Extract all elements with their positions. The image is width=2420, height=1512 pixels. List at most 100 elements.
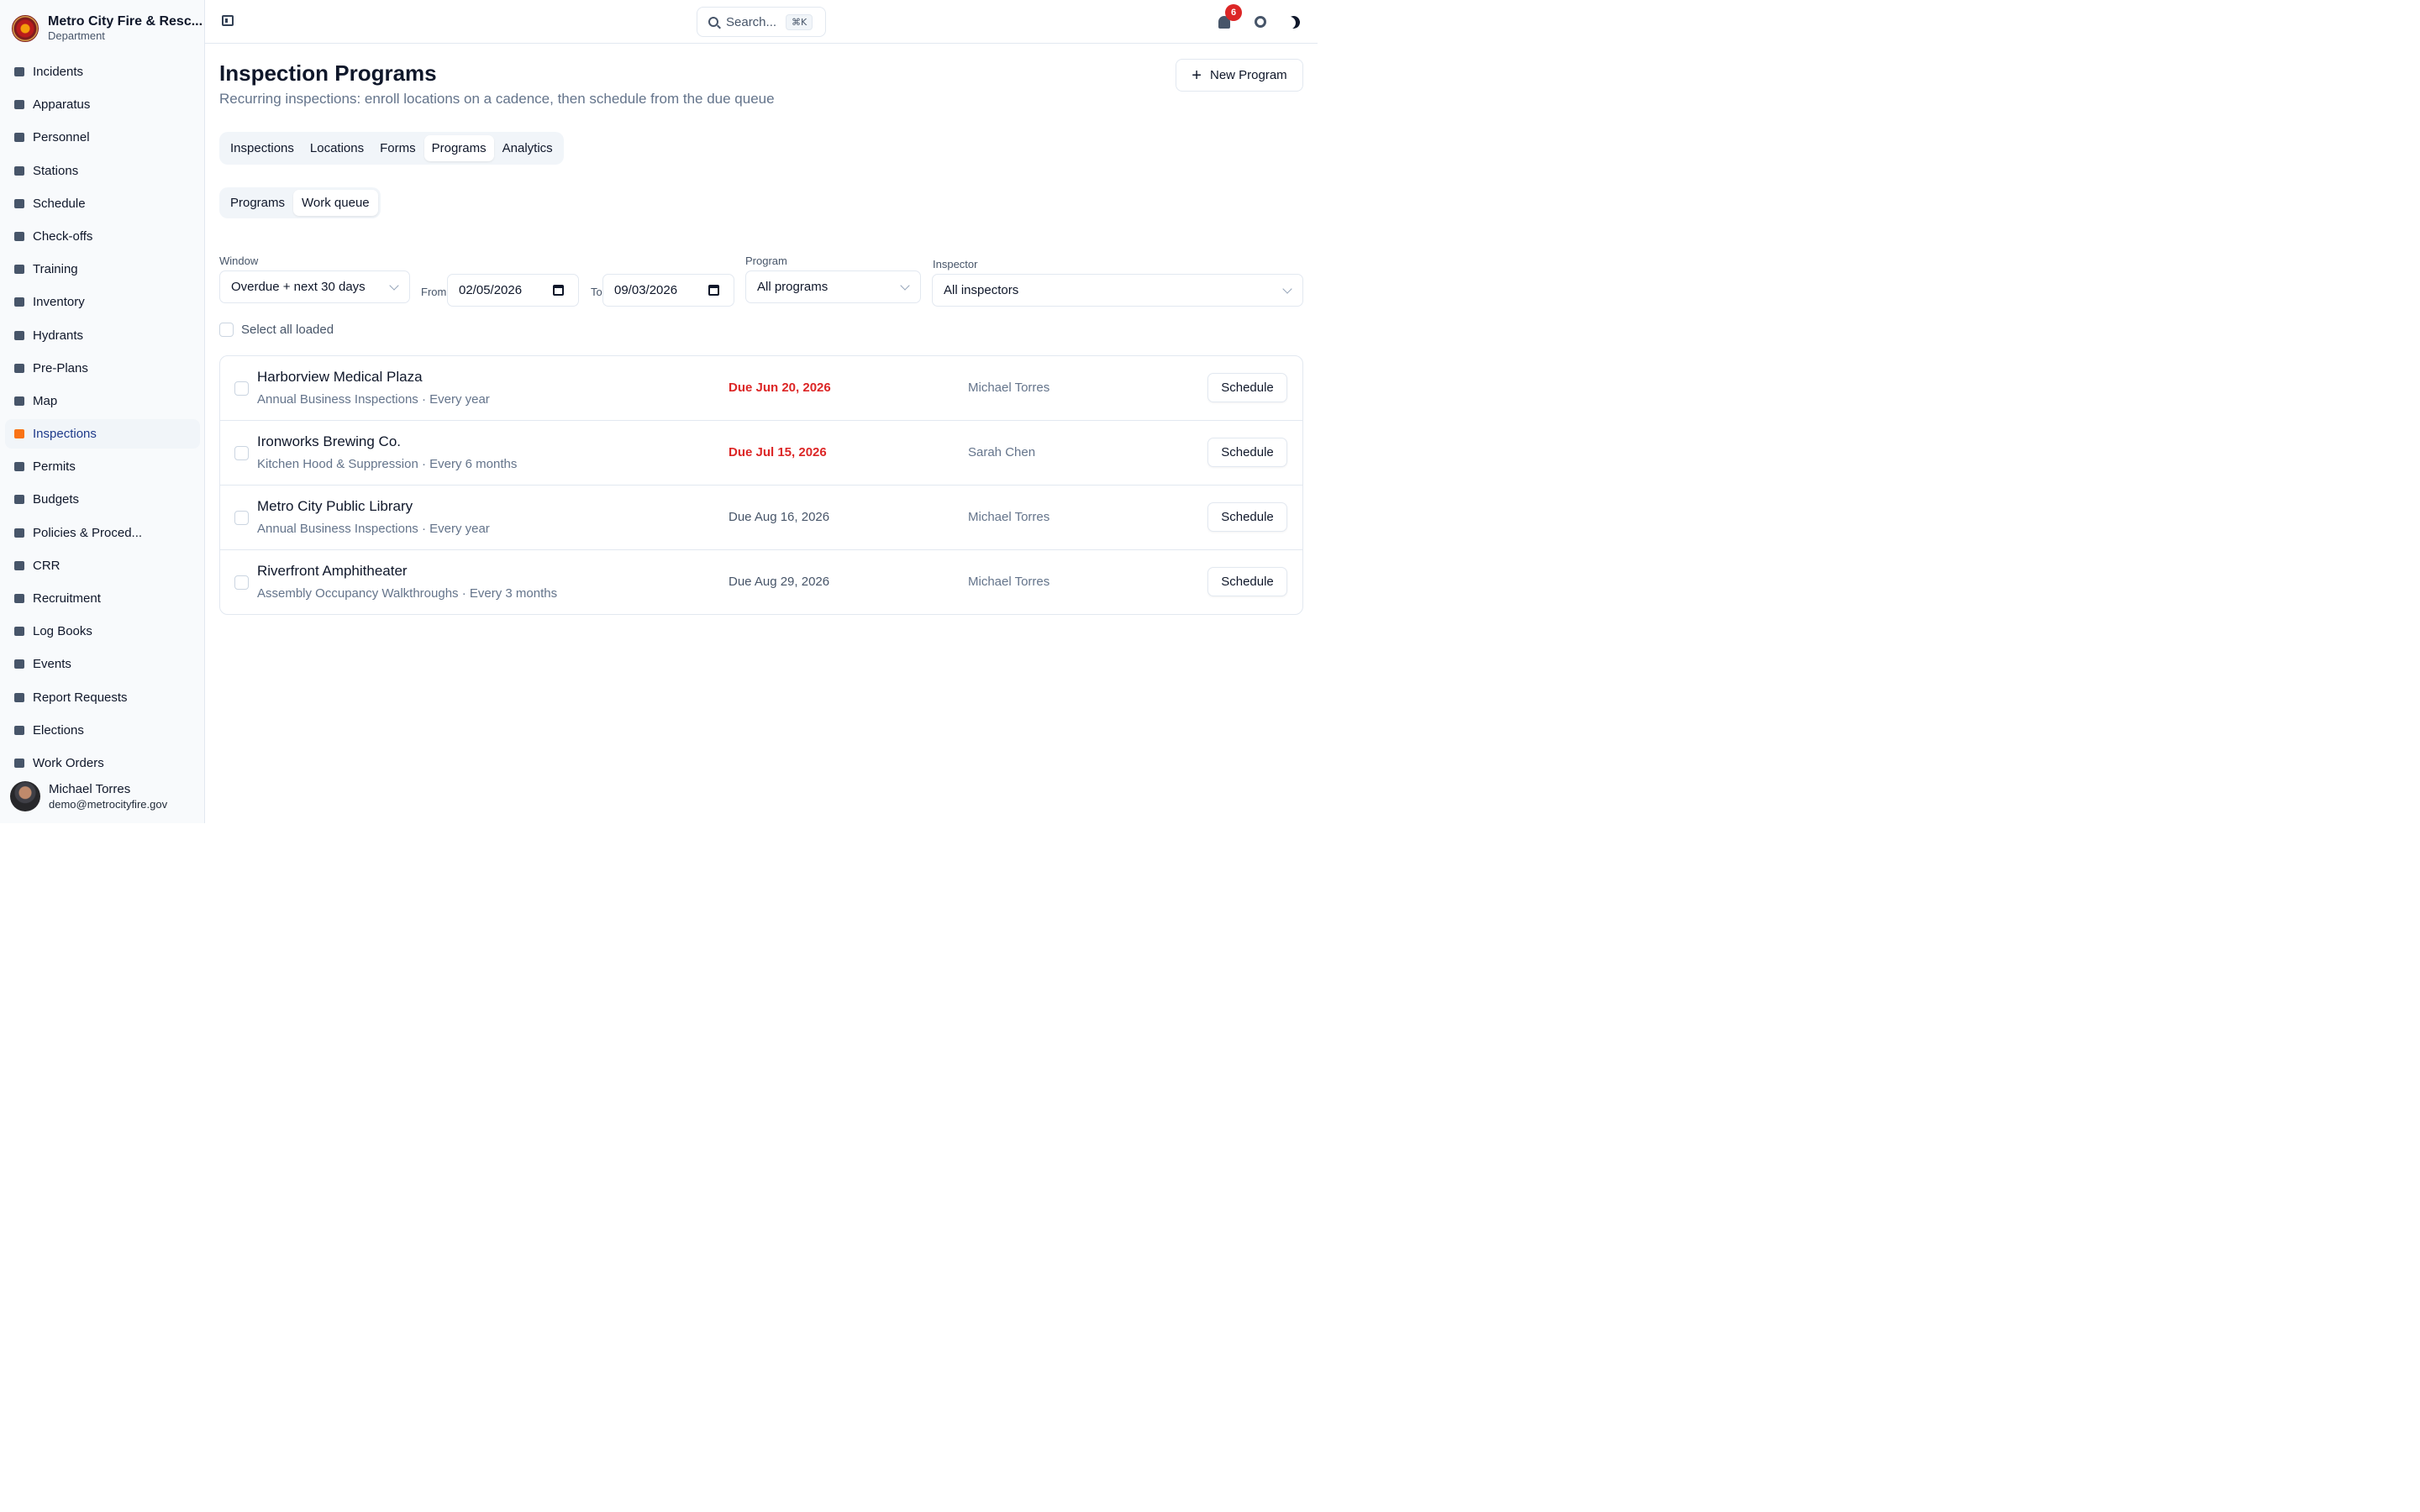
program-cadence: Assembly Occupancy Walkthroughs · Every … xyxy=(257,586,558,601)
program-select[interactable]: All programs xyxy=(745,270,921,303)
list-item: Harborview Medical Plaza Annual Business … xyxy=(220,356,1302,421)
location-name[interactable]: Metro City Public Library xyxy=(257,498,413,515)
training-icon xyxy=(12,262,26,276)
select-all-checkbox[interactable] xyxy=(219,323,234,337)
events-icon-glyph xyxy=(13,659,24,669)
program-label: Program xyxy=(745,255,787,267)
pre-plans-icon-glyph xyxy=(13,363,24,373)
sidebar-item-label: Map xyxy=(33,393,58,408)
ballot-icon-glyph xyxy=(13,725,24,735)
select-all[interactable]: Select all loaded xyxy=(219,323,334,337)
sidebar-item-elections[interactable]: Elections xyxy=(5,716,200,745)
sidebar-item-training[interactable]: Training xyxy=(5,255,200,284)
sidebar-item-inventory[interactable]: Inventory xyxy=(5,287,200,317)
inspector-select[interactable]: All inspectors xyxy=(932,274,1303,307)
sidebar-item-events[interactable]: Events xyxy=(5,649,200,679)
sidebar-item-schedule[interactable]: Schedule xyxy=(5,189,200,218)
schedule-button[interactable]: Schedule xyxy=(1207,502,1287,532)
chevron-down-icon xyxy=(389,281,399,291)
inspections-icon xyxy=(12,427,26,441)
search-button[interactable]: Search... ⌘K xyxy=(697,7,826,37)
sidebar-item-label: Apparatus xyxy=(33,97,91,113)
sidebar-item-personnel[interactable]: Personnel xyxy=(5,123,200,152)
to-date-input[interactable]: 09/03/2026 xyxy=(602,274,734,307)
program-cadence: Annual Business Inspections · Every year xyxy=(257,522,490,536)
row-checkbox[interactable] xyxy=(234,511,249,525)
row-checkbox[interactable] xyxy=(234,575,249,590)
window-label: Window xyxy=(219,255,259,267)
due-date: Due Aug 16, 2026 xyxy=(729,510,830,524)
schedule-button[interactable]: Schedule xyxy=(1207,567,1287,596)
calendar-icon[interactable] xyxy=(553,285,564,296)
sidebar-item-apparatus[interactable]: Apparatus xyxy=(5,90,200,119)
tab-forms[interactable]: Forms xyxy=(372,135,424,161)
page-title: Inspection Programs xyxy=(219,60,437,86)
assigned-inspector: Michael Torres xyxy=(968,575,1050,589)
location-name[interactable]: Harborview Medical Plaza xyxy=(257,369,423,386)
program-subtabs: Programs Work queue xyxy=(219,187,381,218)
sidebar-toggle-icon[interactable] xyxy=(222,15,234,26)
list-item: Riverfront Amphitheater Assembly Occupanc… xyxy=(220,550,1302,614)
sidebar: Metro City Fire & Resc... Department Inc… xyxy=(0,0,205,823)
schedule-button[interactable]: Schedule xyxy=(1207,373,1287,402)
stations-icon xyxy=(12,164,26,178)
schedule-button[interactable]: Schedule xyxy=(1207,438,1287,467)
due-date: Due Jul 15, 2026 xyxy=(729,445,827,459)
sidebar-item-incidents[interactable]: Incidents xyxy=(5,57,200,87)
sidebar-item-inspections[interactable]: Inspections xyxy=(5,419,200,449)
chevron-down-icon xyxy=(1282,284,1292,294)
schedule-icon xyxy=(12,197,26,211)
sidebar-item-policies-proced[interactable]: Policies & Proced... xyxy=(5,518,200,548)
calendar-icon[interactable] xyxy=(708,285,719,296)
sidebar-item-label: Personnel xyxy=(33,130,90,145)
row-checkbox[interactable] xyxy=(234,381,249,396)
sidebar-item-check-offs[interactable]: Check-offs xyxy=(5,222,200,251)
subtab-programs[interactable]: Programs xyxy=(222,190,293,216)
sidebar-item-label: Report Requests xyxy=(33,690,128,705)
theme-toggle-button[interactable] xyxy=(1285,13,1302,30)
sidebar-item-map[interactable]: Map xyxy=(5,386,200,416)
sidebar-item-label: Schedule xyxy=(33,196,86,211)
user-profile[interactable]: Michael Torres demo@metrocityfire.gov xyxy=(0,769,204,823)
sidebar-item-crr[interactable]: CRR xyxy=(5,551,200,580)
from-date-input[interactable]: 02/05/2026 xyxy=(447,274,579,307)
row-checkbox[interactable] xyxy=(234,446,249,460)
sidebar-item-report-requests[interactable]: Report Requests xyxy=(5,683,200,712)
stations-icon-glyph xyxy=(13,165,24,176)
incidents-icon xyxy=(12,65,26,79)
gear-icon xyxy=(1255,16,1266,28)
new-program-label: New Program xyxy=(1209,68,1287,82)
sidebar-item-budgets[interactable]: Budgets xyxy=(5,485,200,514)
sidebar-item-stations[interactable]: Stations xyxy=(5,156,200,186)
window-select[interactable]: Overdue + next 30 days xyxy=(219,270,410,303)
location-name[interactable]: Ironworks Brewing Co. xyxy=(257,433,401,450)
tab-locations[interactable]: Locations xyxy=(302,135,371,161)
permits-icon xyxy=(12,459,26,474)
list-item: Metro City Public Library Annual Business… xyxy=(220,486,1302,550)
events-icon xyxy=(12,657,26,671)
tab-programs[interactable]: Programs xyxy=(424,135,494,161)
sidebar-item-label: Pre-Plans xyxy=(33,360,88,375)
sidebar-item-label: CRR xyxy=(33,558,60,573)
sidebar-item-pre-plans[interactable]: Pre-Plans xyxy=(5,354,200,383)
brand[interactable]: Metro City Fire & Resc... Department xyxy=(12,13,203,43)
main-content: Inspection Programs Recurring inspection… xyxy=(205,44,1318,823)
section-tabs: Inspections Locations Forms Programs Analyti… xyxy=(219,132,564,165)
tab-analytics[interactable]: Analytics xyxy=(495,135,560,161)
inspector-value: All inspectors xyxy=(944,283,1019,297)
sidebar-item-log-books[interactable]: Log Books xyxy=(5,617,200,646)
subtab-work-queue[interactable]: Work queue xyxy=(293,190,378,216)
sidebar-item-recruitment[interactable]: Recruitment xyxy=(5,584,200,613)
sidebar-item-label: Inventory xyxy=(33,295,85,310)
sidebar-item-permits[interactable]: Permits xyxy=(5,452,200,481)
location-name[interactable]: Riverfront Amphitheater xyxy=(257,563,408,580)
inventory-icon xyxy=(12,295,26,309)
tab-inspections[interactable]: Inspections xyxy=(223,135,302,161)
settings-button[interactable] xyxy=(1252,13,1269,30)
sidebar-item-hydrants[interactable]: Hydrants xyxy=(5,321,200,350)
inspections-icon-glyph xyxy=(13,429,24,439)
due-date: Due Aug 29, 2026 xyxy=(729,575,830,589)
assigned-inspector: Sarah Chen xyxy=(968,445,1036,459)
due-date: Due Jun 20, 2026 xyxy=(729,381,831,395)
new-program-button[interactable]: + New Program xyxy=(1176,59,1303,92)
